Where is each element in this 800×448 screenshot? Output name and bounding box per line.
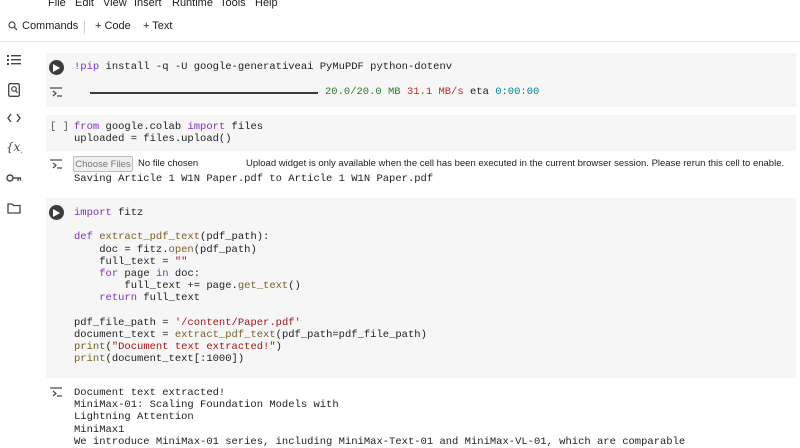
add-code-button[interactable]: + Code — [95, 20, 131, 32]
menu-edit[interactable]: Edit — [75, 0, 94, 9]
svg-text:{x}: {x} — [6, 140, 22, 154]
download-progress-fill — [90, 92, 318, 94]
cell-1-code[interactable]: !pip install -q -U google-generativeai P… — [74, 61, 452, 73]
output-icon[interactable] — [49, 86, 63, 98]
menu-tools[interactable]: Tools — [220, 0, 246, 9]
secrets-key-icon[interactable] — [6, 170, 22, 186]
cell-1-code-text: install -q -U google-generativeai PyMuPD… — [99, 61, 453, 73]
cell-3-code[interactable]: import fitz def extract_pdf_text(pdf_pat… — [74, 207, 427, 366]
toolbar-divider — [84, 21, 85, 34]
find-icon[interactable] — [6, 82, 22, 98]
menu-runtime[interactable]: Runtime — [172, 0, 213, 9]
commands-button[interactable]: Commands — [8, 20, 78, 32]
cell-2-line-1: from google.colab import files — [74, 121, 264, 133]
cell-3-output: Document text extracted! MiniMax-01: Sca… — [74, 387, 685, 448]
progress-speed: 31.1 MB/s — [406, 86, 464, 98]
toolbar: Commands + Code + Text — [0, 15, 800, 39]
output-icon[interactable] — [49, 386, 63, 398]
download-progress-text: 20.0/20.0 MB 31.1 MB/s eta 0:00:00 — [325, 86, 539, 98]
menu-view[interactable]: View — [103, 0, 127, 9]
cell-2-line-2: uploaded = files.upload() — [74, 133, 232, 145]
output-line: MiniMax-01: Scaling Foundation Models wi… — [74, 399, 339, 412]
output-line: We introduce MiniMax-01 series, includin… — [74, 435, 686, 448]
play-icon — [53, 208, 60, 217]
run-cell-button[interactable] — [49, 60, 64, 75]
output-icon[interactable] — [49, 158, 63, 170]
add-text-button[interactable]: + Text — [143, 20, 172, 32]
no-file-chosen-label: No file chosen — [138, 158, 199, 169]
code-snippets-icon[interactable] — [6, 110, 22, 126]
menu-help[interactable]: Help — [255, 0, 278, 9]
menu-file[interactable]: File — [48, 0, 66, 9]
menu-bar: File Edit View Insert Runtime Tools Help — [0, 0, 800, 12]
output-line: MiniMax1 — [74, 423, 125, 436]
folder-icon[interactable] — [6, 200, 22, 216]
choose-files-button[interactable]: Choose Files — [73, 156, 133, 172]
progress-eta: 0:00:00 — [495, 86, 540, 98]
upload-widget-message: Upload widget is only available when the… — [246, 158, 785, 169]
output-line: Document text extracted! — [74, 387, 226, 399]
search-icon — [8, 21, 18, 31]
toc-icon[interactable] — [6, 52, 22, 68]
play-icon — [53, 63, 60, 72]
progress-size: 20.0/20.0 MB — [325, 86, 401, 98]
variables-icon[interactable]: {x} — [6, 139, 22, 155]
progress-eta-label: eta — [469, 86, 489, 98]
left-sidebar: {x} — [0, 42, 28, 445]
toolbar-divider-line — [0, 41, 800, 42]
run-cell-button[interactable] — [49, 205, 64, 220]
output-line: Lightning Attention — [74, 411, 194, 424]
commands-label: Commands — [22, 20, 79, 32]
cell-2-execution-count[interactable]: [ ] — [50, 121, 69, 133]
download-progress-bar — [90, 92, 318, 94]
menu-insert[interactable]: Insert — [134, 0, 162, 9]
cell-2-saving-line: Saving Article 1 W1N Paper.pdf to Articl… — [74, 173, 434, 185]
